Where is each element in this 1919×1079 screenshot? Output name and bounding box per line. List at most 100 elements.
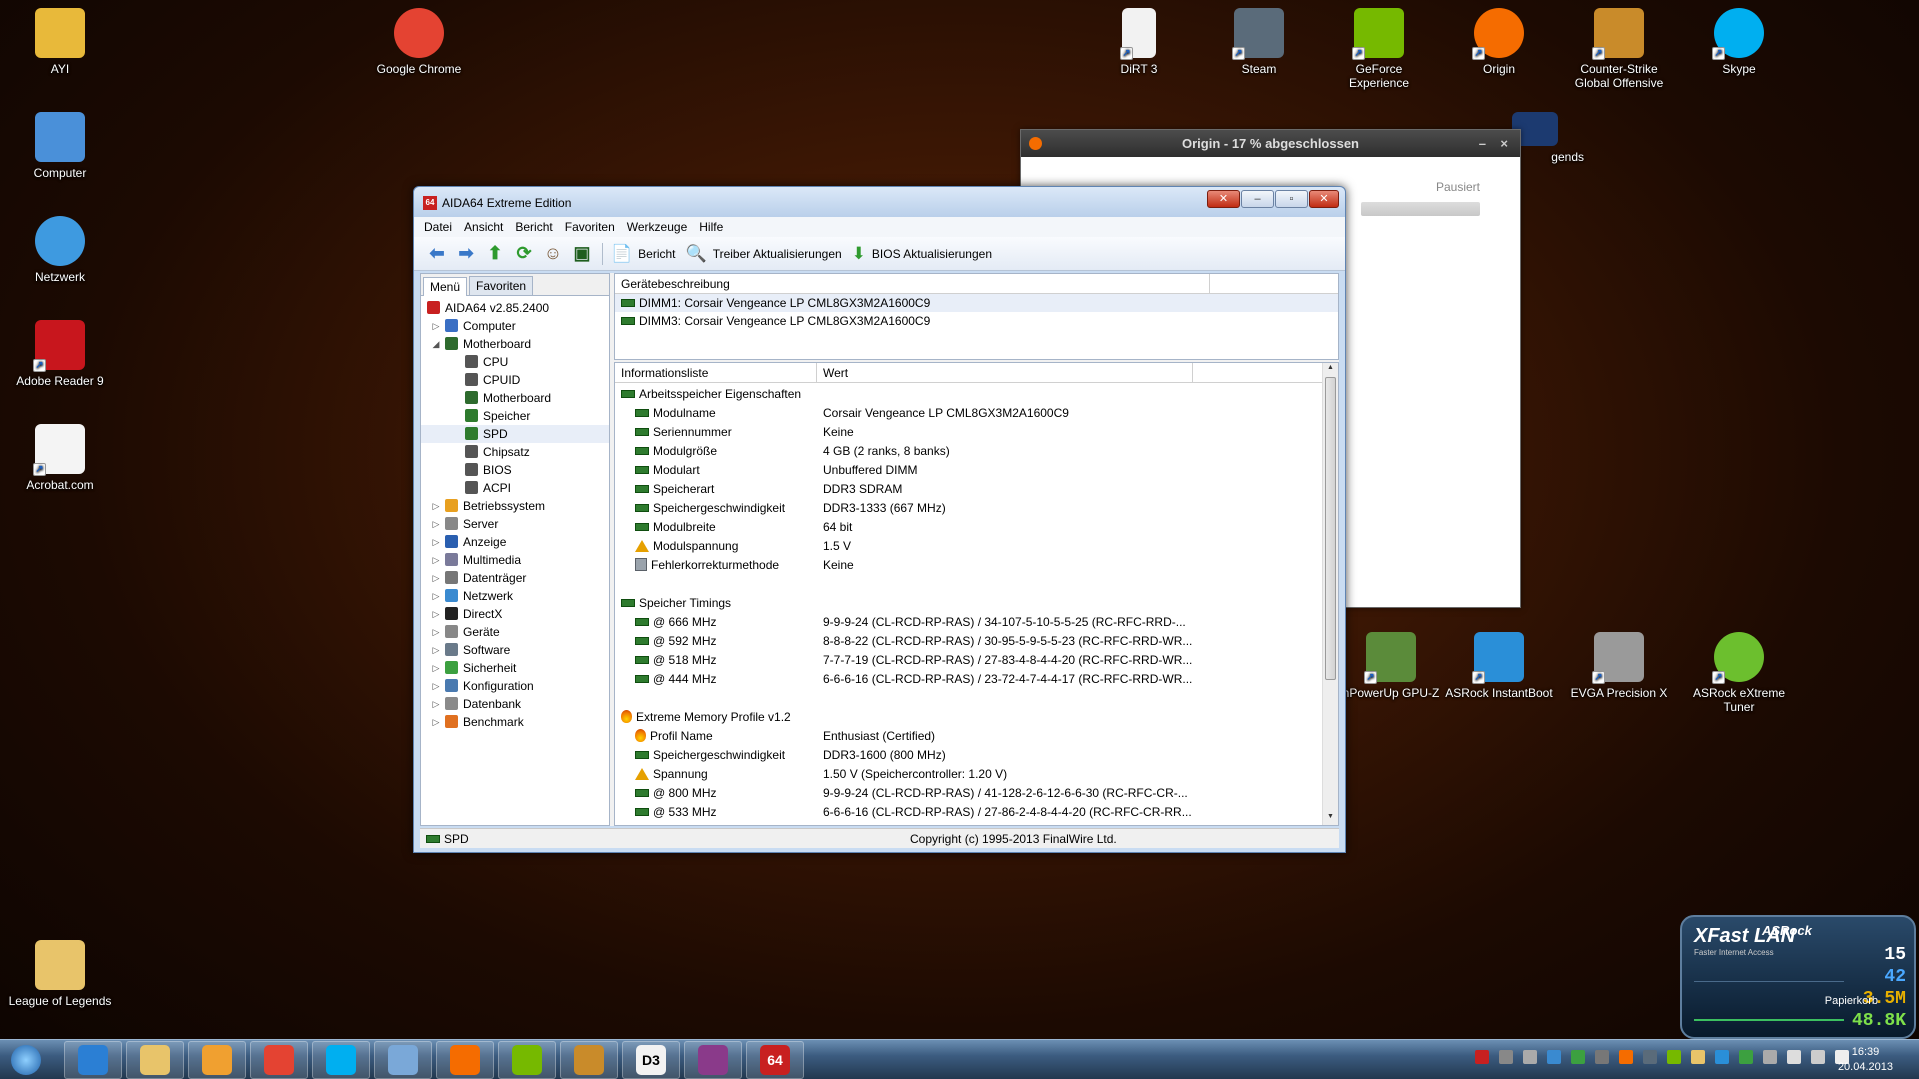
expand-arrow-icon[interactable]: ▷ <box>431 533 441 551</box>
tray-icon[interactable] <box>1643 1050 1657 1064</box>
tree-item[interactable]: ◢ Motherboard <box>421 335 609 353</box>
info-row[interactable]: Modulgröße 4 GB (2 ranks, 8 banks) <box>615 442 1322 461</box>
report-button[interactable]: 📄 Bericht <box>611 244 676 264</box>
up-arrow-icon[interactable]: ⬆ <box>484 243 506 265</box>
minimize-button[interactable]: – <box>1479 130 1486 157</box>
bios-updates-button[interactable]: ⬇ BIOS Aktualisierungen <box>852 244 992 264</box>
origin-title-bar[interactable]: Origin - 17 % abgeschlossen – × <box>1021 130 1520 157</box>
expand-arrow-icon[interactable]: ▷ <box>431 317 441 335</box>
taskbar-button-skype[interactable] <box>312 1041 370 1079</box>
tray-icon[interactable] <box>1547 1050 1561 1064</box>
expand-arrow-icon[interactable]: ▷ <box>431 497 441 515</box>
info-group-row[interactable]: Arbeitsspeicher Eigenschaften <box>615 385 1322 404</box>
desktop-icon-steam[interactable]: ↗ Steam <box>1204 8 1314 76</box>
taskbar-button-csgo[interactable] <box>560 1041 618 1079</box>
expand-arrow-icon[interactable]: ▷ <box>431 569 441 587</box>
taskbar-button-dirt3[interactable]: D3 <box>622 1041 680 1079</box>
tree-item[interactable]: CPUID <box>421 371 609 389</box>
tray-icon[interactable] <box>1739 1050 1753 1064</box>
aida64-title-bar[interactable]: 64 AIDA64 Extreme Edition ✕ – ▫ ✕ <box>414 187 1345 217</box>
desktop-icon-dirt3[interactable]: ↗ DiRT 3 <box>1084 8 1194 76</box>
close-button[interactable]: ✕ <box>1309 190 1339 208</box>
start-button[interactable] <box>0 1041 52 1079</box>
expand-arrow-icon[interactable]: ▷ <box>431 713 441 731</box>
driver-updates-button[interactable]: 🔍 Treiber Aktualisierungen <box>686 244 842 264</box>
info-row[interactable]: @ 518 MHz 7-7-7-19 (CL-RCD-RP-RAS) / 27-8… <box>615 651 1322 670</box>
expand-arrow-icon[interactable]: ▷ <box>431 659 441 677</box>
tray-icon[interactable] <box>1571 1050 1585 1064</box>
desktop-icon-computer[interactable]: Computer <box>5 112 115 180</box>
taskbar-button-aida64[interactable]: 64 <box>746 1041 804 1079</box>
taskbar-button-media-player[interactable] <box>188 1041 246 1079</box>
menu-datei[interactable]: Datei <box>424 220 452 234</box>
tree-item[interactable]: ▷ Datenträger <box>421 569 609 587</box>
desktop-icon-origin[interactable]: ↗ Origin <box>1444 8 1554 76</box>
device-column-header[interactable]: Gerätebeschreibung <box>615 274 1210 293</box>
expand-arrow-icon[interactable]: ▷ <box>431 623 441 641</box>
tray-icon[interactable] <box>1763 1050 1777 1064</box>
minimize-button[interactable]: – <box>1241 190 1274 208</box>
tab-menu[interactable]: Menü <box>423 277 468 296</box>
refresh-icon[interactable]: ⟳ <box>513 243 535 265</box>
tree-item[interactable]: CPU <box>421 353 609 371</box>
clock[interactable]: 16:39 20.04.2013 <box>1838 1045 1893 1075</box>
info-row[interactable]: Speicherart DDR3 SDRAM <box>615 480 1322 499</box>
tray-icon[interactable] <box>1811 1050 1825 1064</box>
info-row[interactable]: Modulname Corsair Vengeance LP CML8GX3M2A… <box>615 404 1322 423</box>
tree-item[interactable]: ▷ Sicherheit <box>421 659 609 677</box>
tray-icon[interactable] <box>1523 1050 1537 1064</box>
maximize-button[interactable]: ▫ <box>1275 190 1308 208</box>
forward-arrow-icon[interactable]: ➡ <box>455 243 477 265</box>
tray-icon[interactable] <box>1475 1050 1489 1064</box>
tree-item[interactable]: Speicher <box>421 407 609 425</box>
back-arrow-icon[interactable]: ⬅ <box>426 243 448 265</box>
desktop-icon-skype[interactable]: ↗ Skype <box>1684 8 1794 76</box>
tab-favorites[interactable]: Favoriten <box>469 276 534 295</box>
tree-item[interactable]: ▷ Computer <box>421 317 609 335</box>
desktop-icon-network[interactable]: Netzwerk <box>5 216 115 284</box>
tree-item[interactable]: Motherboard <box>421 389 609 407</box>
extra-close-button[interactable]: ✕ <box>1207 190 1240 208</box>
info-row[interactable]: Speichergeschwindigkeit DDR3-1333 (667 MH… <box>615 499 1322 518</box>
info-row[interactable]: Fehlerkorrekturmethode Keine <box>615 556 1322 575</box>
tree-item[interactable]: ▷ Konfiguration <box>421 677 609 695</box>
taskbar-button-geforce[interactable] <box>498 1041 556 1079</box>
menu-ansicht[interactable]: Ansicht <box>464 220 503 234</box>
tray-icon[interactable] <box>1619 1050 1633 1064</box>
close-button[interactable]: × <box>1500 130 1508 157</box>
info-row[interactable]: Speichergeschwindigkeit DDR3-1600 (800 MH… <box>615 746 1322 765</box>
vertical-scrollbar[interactable]: ▲ ▼ <box>1322 363 1338 825</box>
tray-icon[interactable] <box>1787 1050 1801 1064</box>
desktop-icon-gpuz[interactable]: ↗ nPowerUp GPU-Z <box>1336 632 1446 700</box>
menu-bericht[interactable]: Bericht <box>515 220 552 234</box>
info-row[interactable]: Modulspannung 1.5 V <box>615 537 1322 556</box>
scroll-down-arrow-icon[interactable]: ▼ <box>1323 813 1338 825</box>
tree-item[interactable]: ▷ Anzeige <box>421 533 609 551</box>
taskbar-button-winrar[interactable] <box>684 1041 742 1079</box>
taskbar-button-chrome[interactable] <box>250 1041 308 1079</box>
expand-arrow-icon[interactable]: ▷ <box>431 551 441 569</box>
expand-arrow-icon[interactable]: ▷ <box>431 605 441 623</box>
tree-item[interactable]: ▷ Server <box>421 515 609 533</box>
scroll-up-arrow-icon[interactable]: ▲ <box>1323 364 1338 376</box>
tray-icon[interactable] <box>1715 1050 1729 1064</box>
monitor-icon[interactable]: ▣ <box>571 243 593 265</box>
tree-item[interactable]: AIDA64 v2.85.2400 <box>421 299 609 317</box>
desktop-icon-extreme-tuner[interactable]: ↗ ASRock eXtreme Tuner <box>1684 632 1794 714</box>
info-row[interactable]: Seriennummer Keine <box>615 423 1322 442</box>
tree-item[interactable]: ▷ Benchmark <box>421 713 609 731</box>
desktop-icon-geforce[interactable]: ↗ GeForce Experience <box>1324 8 1434 90</box>
info-row[interactable]: @ 533 MHz 6-6-6-16 (CL-RCD-RP-RAS) / 27-8… <box>615 803 1322 822</box>
desktop-icon-chrome[interactable]: Google Chrome <box>364 8 474 76</box>
desktop-icon-adobe-reader[interactable]: ↗ Adobe Reader 9 <box>5 320 115 388</box>
desktop-icon-csgo[interactable]: ↗ Counter-Strike Global Offensive <box>1564 8 1674 90</box>
menu-werkzeuge[interactable]: Werkzeuge <box>627 220 687 234</box>
info-row[interactable]: @ 444 MHz 6-6-6-16 (CL-RCD-RP-RAS) / 23-7… <box>615 670 1322 689</box>
tray-icon[interactable] <box>1667 1050 1681 1064</box>
info-row[interactable]: @ 800 MHz 9-9-9-24 (CL-RCD-RP-RAS) / 41-1… <box>615 784 1322 803</box>
tree-item[interactable]: BIOS <box>421 461 609 479</box>
tray-icon[interactable] <box>1499 1050 1513 1064</box>
taskbar-button-ie[interactable] <box>64 1041 122 1079</box>
users-icon[interactable]: ☺ <box>542 243 564 265</box>
info-group-row[interactable]: Speicher Timings <box>615 594 1322 613</box>
